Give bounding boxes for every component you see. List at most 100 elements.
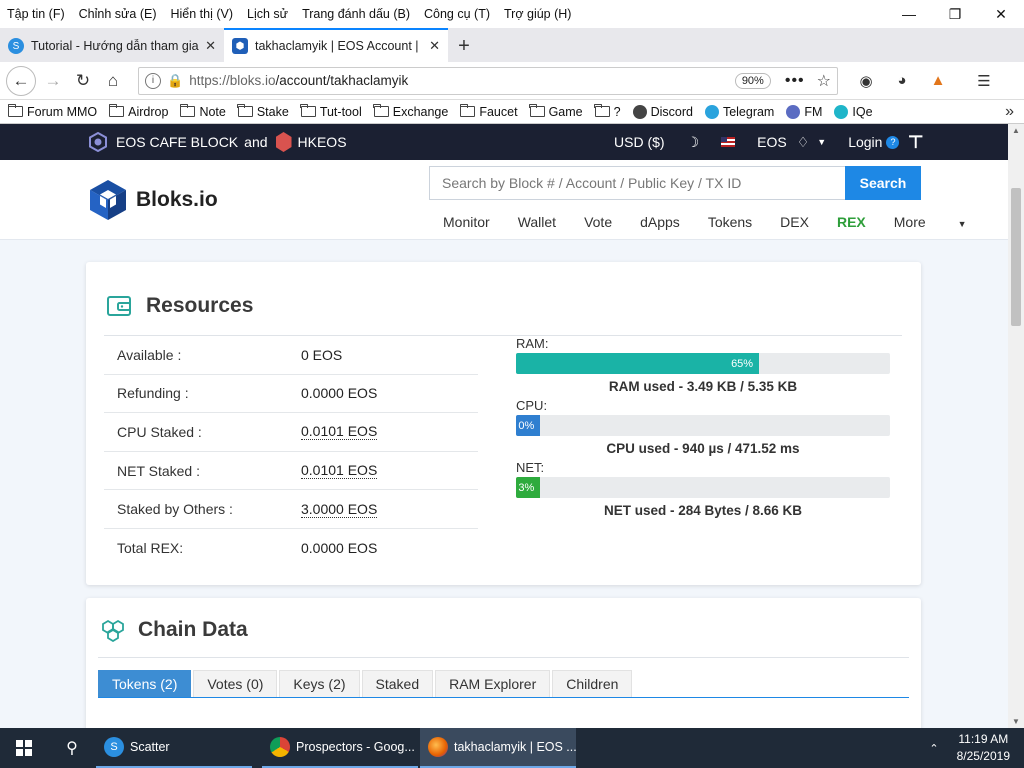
dark-mode-moon-icon[interactable]: ☽ — [687, 134, 700, 151]
progress-fill: 65% — [516, 353, 760, 374]
clock[interactable]: 11:19 AM 8/25/2019 — [957, 731, 1010, 765]
producer-credit[interactable]: EOS CAFE BLOCK and HKEOS — [88, 132, 347, 152]
bookmark-item[interactable]: Exchange — [373, 104, 448, 119]
resource-row: Total REX: 0.0000 EOS — [104, 529, 478, 568]
resource-value[interactable]: 0.0101 EOS — [301, 462, 378, 480]
extension-icon[interactable]: ◕ — [888, 67, 916, 95]
nav-more[interactable]: More ▼ — [894, 214, 995, 230]
menu-file[interactable]: Tập tin (F) — [0, 7, 72, 21]
maximize-icon[interactable]: ❐ — [932, 0, 978, 28]
bookmark-item[interactable]: FM — [786, 104, 822, 119]
bookmark-item[interactable]: Telegram — [704, 104, 774, 119]
taskbar-item-chrome[interactable]: Prospectors - Goog... — [262, 728, 418, 768]
nav-tokens[interactable]: Tokens — [708, 214, 752, 230]
bookmark-item[interactable]: ? — [594, 104, 621, 119]
nav-rex[interactable]: REX — [837, 214, 866, 230]
tab-bloks-account[interactable]: ⬢ takhaclamyik | EOS Account | B ✕ — [224, 28, 448, 62]
search-form: Search — [429, 166, 921, 200]
minimize-icon[interactable]: — — [886, 0, 932, 28]
producer-name-2: HKEOS — [297, 134, 347, 150]
scrollbar-thumb[interactable] — [1011, 188, 1021, 326]
menu-view[interactable]: Hiển thị (V) — [164, 7, 241, 21]
help-icon: ? — [886, 135, 900, 149]
resource-label: Available : — [117, 346, 182, 363]
chain-tab[interactable]: Votes (0) — [193, 670, 278, 697]
taskbar-item-scatter[interactable]: S Scatter — [96, 728, 252, 768]
menu-help[interactable]: Trợ giúp (H) — [497, 7, 578, 21]
tab-strip: S Tutorial - Hướng dẫn tham gia ✕ ⬢ takh… — [0, 28, 1024, 62]
nav-monitor[interactable]: Monitor — [443, 214, 490, 230]
chain-tab[interactable]: Tokens (2) — [98, 670, 192, 697]
producer-strip: EOS CAFE BLOCK and HKEOS USD ($) ☽ EOS ♢ ▼… — [0, 124, 1008, 160]
bookmark-label: Game — [548, 104, 583, 119]
home-icon[interactable]: ⌂ — [98, 66, 128, 96]
menu-tools[interactable]: Công cụ (T) — [417, 7, 497, 21]
url-bar[interactable]: i 🔒 https://bloks.io/account/takhaclamyi… — [138, 66, 838, 95]
hkeos-logo-icon — [275, 132, 292, 152]
metamask-fox-icon[interactable]: ▲ — [924, 67, 952, 95]
resource-value[interactable]: 3.0000 EOS — [301, 501, 378, 518]
nav-wallet[interactable]: Wallet — [518, 214, 556, 230]
close-tab-icon[interactable]: ✕ — [205, 38, 216, 54]
menu-edit[interactable]: Chỉnh sửa (E) — [72, 7, 164, 21]
nav-dex[interactable]: DEX — [780, 214, 809, 230]
chain-tab[interactable]: Staked — [361, 670, 434, 697]
progress-fill: 3% — [516, 477, 541, 498]
folder-icon — [7, 104, 23, 117]
resource-label: CPU Staked : — [117, 423, 202, 440]
chevron-up-icon[interactable]: ⌃ — [929, 742, 938, 755]
bookmark-item[interactable]: Discord — [632, 104, 693, 119]
site-header: Bloks.io Search Monitor Wallet Vote dApp… — [0, 160, 1008, 240]
bookmark-item[interactable]: Tut-tool — [300, 104, 362, 119]
nav-vote[interactable]: Vote — [584, 214, 612, 230]
network-selector[interactable]: EOS ♢ ▼ — [757, 134, 826, 151]
folder-icon — [459, 104, 476, 117]
bookmark-item[interactable]: Forum MMO — [7, 104, 97, 119]
new-tab-button[interactable]: + — [448, 30, 480, 62]
info-icon[interactable]: i — [145, 72, 161, 89]
bookmark-item[interactable]: Airdrop — [108, 104, 168, 119]
scroll-down-icon[interactable]: ▼ — [1008, 717, 1024, 726]
bookmarks-toolbar: Forum MMO Airdrop Note Stake Tut-tool Exchang… — [0, 100, 1024, 124]
tab-tutorial[interactable]: S Tutorial - Hướng dẫn tham gia ✕ — [0, 30, 224, 62]
settings-tools-icon[interactable]: ⊤ — [907, 132, 923, 153]
login-button[interactable]: Login? — [848, 134, 900, 150]
close-window-icon[interactable]: ✕ — [978, 0, 1024, 28]
close-tab-icon[interactable]: ✕ — [429, 38, 440, 54]
resource-value[interactable]: 0.0101 EOS — [301, 423, 378, 441]
windows-start-icon[interactable] — [0, 728, 48, 768]
page-scrollbar[interactable]: ▲ ▼ — [1008, 124, 1024, 728]
chain-tab[interactable]: Keys (2) — [279, 670, 360, 697]
chain-tab[interactable]: RAM Explorer — [435, 670, 551, 697]
more-bookmarks-icon[interactable]: » — [1005, 103, 1014, 121]
menu-history[interactable]: Lịch sử — [240, 7, 295, 21]
taskbar-search-icon[interactable]: ⚲ — [48, 728, 96, 768]
back-arrow-icon[interactable]: ← — [6, 65, 36, 96]
scroll-up-icon[interactable]: ▲ — [1008, 126, 1024, 135]
chain-tab[interactable]: Children — [552, 670, 633, 697]
bookmark-item[interactable]: Stake — [237, 104, 289, 119]
bookmark-item[interactable]: IQe — [834, 104, 873, 119]
bookmark-star-icon[interactable]: ☆ — [817, 71, 831, 91]
currency-selector[interactable]: USD ($) — [614, 134, 665, 150]
resource-row: Refunding : 0.0000 EOS — [104, 375, 478, 414]
resource-row: Staked by Others : 3.0000 EOS — [104, 490, 478, 529]
reload-icon[interactable]: ↻ — [68, 66, 98, 96]
page-actions-icon[interactable]: ••• — [785, 72, 805, 90]
search-input[interactable] — [429, 166, 845, 200]
forward-arrow-icon[interactable]: → — [38, 66, 68, 96]
account-icon[interactable]: ◉ — [852, 67, 880, 95]
bookmark-item[interactable]: Game — [529, 104, 583, 119]
url-text[interactable]: https://bloks.io/account/takhaclamyik — [189, 73, 735, 88]
zoom-level[interactable]: 90% — [734, 72, 771, 89]
bloks-brand[interactable]: Bloks.io — [88, 178, 218, 222]
search-button[interactable]: Search — [845, 166, 921, 200]
taskbar-item-firefox[interactable]: takhaclamyik | EOS ... — [420, 728, 576, 768]
bookmark-item[interactable]: Faucet — [459, 104, 518, 119]
us-flag-icon[interactable] — [721, 137, 736, 147]
nav-dapps[interactable]: dApps — [640, 214, 680, 230]
bookmark-item[interactable]: Note — [179, 104, 226, 119]
bookmark-label: Tut-tool — [319, 104, 362, 119]
menu-bookmarks[interactable]: Trang đánh dấu (B) — [295, 7, 417, 21]
hamburger-menu-icon[interactable]: ☰ — [970, 67, 998, 95]
